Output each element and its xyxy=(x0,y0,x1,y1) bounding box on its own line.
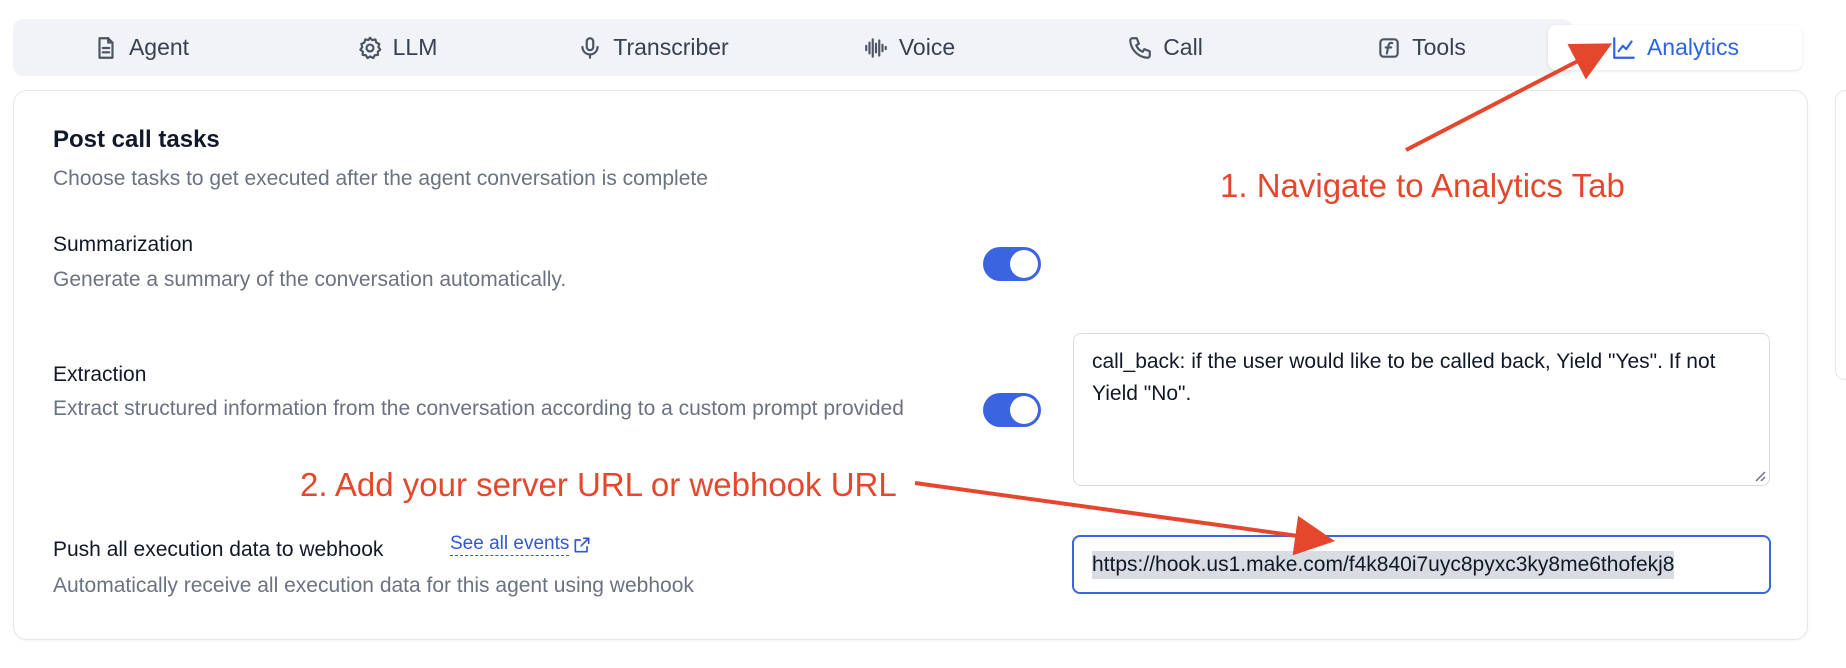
arrow-to-webhook-input xyxy=(914,481,1335,556)
annotation-arrows xyxy=(914,43,1613,556)
arrow-to-analytics-tab xyxy=(1405,43,1613,152)
